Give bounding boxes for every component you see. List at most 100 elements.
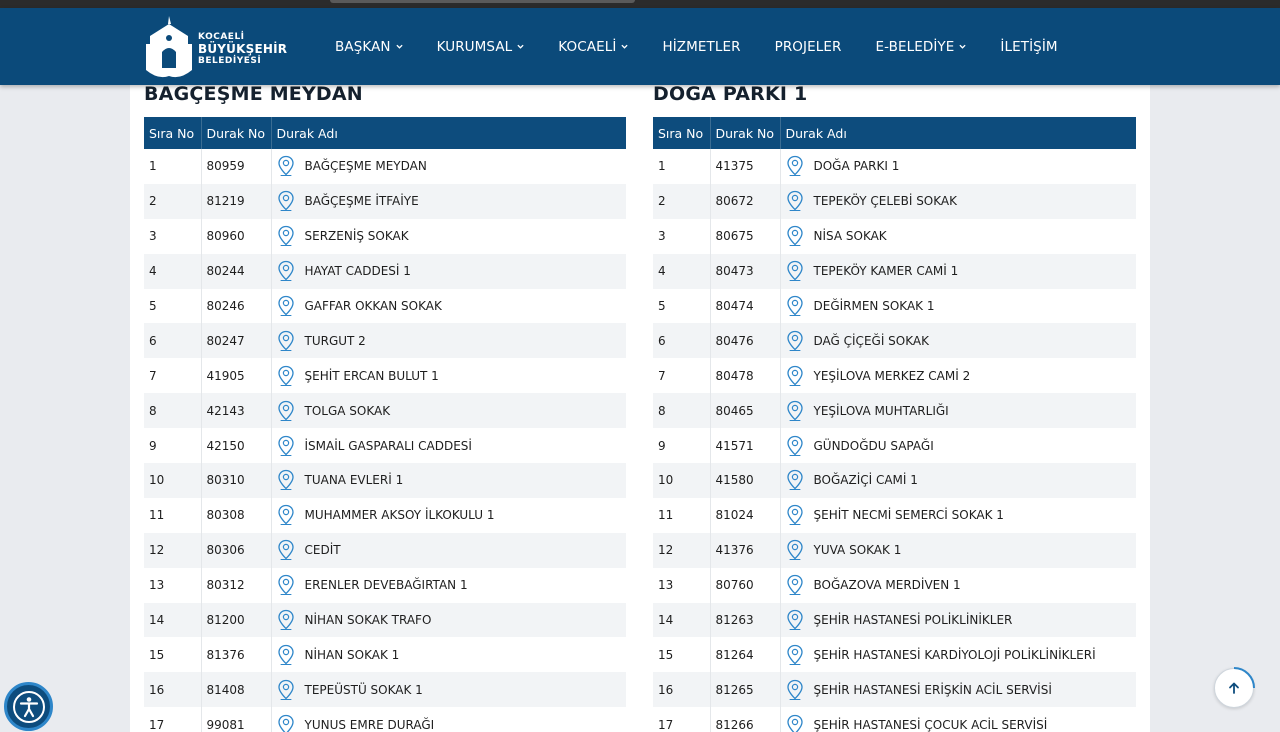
stop-link[interactable]: CEDİT — [277, 533, 627, 567]
stop-link[interactable]: HAYAT CADDESİ 1 — [277, 254, 627, 288]
stop-order: 2 — [144, 183, 202, 219]
stop-name-cell[interactable]: İSMAİL GASPARALI CADDESİ — [271, 428, 627, 464]
section-title-left: BAĞÇEŞME MEYDAN — [144, 83, 363, 105]
stop-number: 81266 — [710, 707, 781, 732]
stop-link[interactable]: ŞEHİR HASTANESİ ÇOCUK ACİL SERVİSİ — [786, 708, 1137, 732]
stop-link[interactable]: NİHAN SOKAK TRAFO — [277, 603, 627, 637]
stop-name-cell[interactable]: NİHAN SOKAK 1 — [271, 637, 627, 673]
stop-link[interactable]: ŞEHİT NECMİ SEMERCİ SOKAK 1 — [786, 498, 1137, 532]
stop-name-cell[interactable]: TURGUT 2 — [271, 323, 627, 359]
stop-name-cell[interactable]: BOĞAZİÇİ CAMİ 1 — [780, 463, 1136, 498]
stop-name-cell[interactable]: TEPEKÖY KAMER CAMİ 1 — [780, 253, 1137, 289]
stop-link[interactable]: BOĞAZOVA MERDİVEN 1 — [786, 568, 1137, 602]
table-row: 14 81263 ŞEHİR HASTANESİ POLİKLİNİKLER — [653, 602, 1137, 638]
stop-link[interactable]: GÜNDOĞDU SAPAĞI — [786, 429, 1137, 463]
stop-link[interactable]: YUVA SOKAK 1 — [786, 533, 1137, 567]
table-row: 5 80474 DEĞİRMEN SOKAK 1 — [653, 288, 1137, 324]
nav-item-kocaeli-[interactable]: KOCAELİ — [558, 39, 629, 55]
stop-link[interactable]: DAĞ ÇİÇEĞİ SOKAK — [786, 324, 1137, 358]
stop-link[interactable]: BAĞÇEŞME İTFAİYE — [277, 184, 627, 218]
stop-name-cell[interactable]: YEŞİLOVA MUHTARLIĞI — [780, 393, 1137, 429]
stop-link[interactable]: YEŞİLOVA MUHTARLIĞI — [786, 394, 1137, 428]
stop-link[interactable]: ŞEHİR HASTANESİ POLİKLİNİKLER — [786, 603, 1137, 637]
stop-order: 8 — [653, 393, 711, 429]
stop-name-cell[interactable]: ŞEHİT NECMİ SEMERCİ SOKAK 1 — [780, 497, 1137, 533]
stop-order: 17 — [144, 707, 202, 732]
stop-link[interactable]: DEĞİRMEN SOKAK 1 — [786, 289, 1137, 323]
stop-name-cell[interactable]: YEŞİLOVA MERKEZ CAMİ 2 — [780, 358, 1137, 394]
stop-link[interactable]: ŞEHİR HASTANESİ KARDİYOLOJİ POLİKLİNİKLE… — [786, 638, 1137, 672]
col-header-durak-no: Durak No — [710, 117, 781, 149]
stop-order: 12 — [144, 532, 202, 568]
stop-link[interactable]: TOLGA SOKAK — [277, 394, 627, 428]
stop-name-cell[interactable]: YUVA SOKAK 1 — [780, 532, 1137, 568]
stop-link[interactable]: TEPEKÖY ÇELEBİ SOKAK — [786, 184, 1137, 218]
stop-link[interactable]: BOĞAZİÇİ CAMİ 1 — [786, 463, 1137, 497]
stop-name-cell[interactable]: TOLGA SOKAK — [271, 393, 627, 429]
map-pin-icon — [277, 505, 294, 526]
stop-name-cell[interactable]: ŞEHİR HASTANESİ ERİŞKİN ACİL SERVİSİ — [780, 672, 1137, 708]
stop-link[interactable]: YUNUS EMRE DURAĞI — [277, 708, 627, 732]
stop-name-cell[interactable]: BOĞAZOVA MERDİVEN 1 — [780, 567, 1137, 603]
stop-name-cell[interactable]: NİHAN SOKAK TRAFO — [271, 602, 627, 638]
stop-link[interactable]: DOĞA PARKI 1 — [786, 149, 1137, 183]
map-pin-icon — [786, 714, 803, 732]
stop-link[interactable]: İSMAİL GASPARALI CADDESİ — [277, 429, 627, 463]
stop-link[interactable]: TEPEKÖY KAMER CAMİ 1 — [786, 254, 1137, 288]
stop-link[interactable]: NİHAN SOKAK 1 — [277, 638, 627, 672]
stop-name-cell[interactable]: ŞEHİR HASTANESİ KARDİYOLOJİ POLİKLİNİKLE… — [780, 637, 1137, 673]
stop-link[interactable]: ŞEHİR HASTANESİ ERİŞKİN ACİL SERVİSİ — [786, 673, 1137, 707]
nav-item-i-leti-i-m[interactable]: İLETİŞİM — [1000, 39, 1057, 55]
stop-order: 13 — [144, 567, 202, 603]
nav-item-kurumsal[interactable]: KURUMSAL — [437, 39, 525, 55]
nav-item-ba-kan[interactable]: BAŞKAN — [335, 39, 403, 55]
stop-link[interactable]: NİSA SOKAK — [786, 219, 1137, 253]
stop-name-cell[interactable]: TEPEKÖY ÇELEBİ SOKAK — [780, 183, 1137, 219]
stop-name-cell[interactable]: DOĞA PARKI 1 — [780, 149, 1136, 184]
stop-link[interactable]: BAĞÇEŞME MEYDAN — [277, 149, 627, 183]
map-pin-icon — [786, 330, 803, 351]
stop-name-cell[interactable]: NİSA SOKAK — [780, 218, 1137, 254]
nav-item-hi-zmetler[interactable]: HİZMETLER — [662, 39, 740, 55]
stop-name: DOĞA PARKI 1 — [813, 159, 900, 174]
table-row: 7 41905 ŞEHİT ERCAN BULUT 1 — [144, 358, 627, 394]
stop-name: DEĞİRMEN SOKAK 1 — [813, 299, 935, 313]
stop-link[interactable]: TEPEÜSTÜ SOKAK 1 — [277, 673, 627, 707]
scroll-top-button[interactable] — [1214, 667, 1255, 708]
stop-name-cell[interactable]: GAFFAR OKKAN SOKAK — [271, 288, 627, 324]
stop-link[interactable]: ERENLER DEVEBAĞIRTAN 1 — [277, 568, 627, 602]
stop-name-cell[interactable]: DEĞİRMEN SOKAK 1 — [780, 288, 1137, 324]
stop-name-cell[interactable]: ERENLER DEVEBAĞIRTAN 1 — [271, 567, 627, 603]
stop-name-cell[interactable]: MUHAMMER AKSOY İLKOKULU 1 — [271, 497, 627, 533]
stop-name-cell[interactable]: GÜNDOĞDU SAPAĞI — [780, 428, 1137, 464]
site-logo[interactable]: KOCAELİ BÜYÜKŞEHİR BELEDİYESİ — [142, 14, 312, 82]
stop-name-cell[interactable]: ŞEHİR HASTANESİ POLİKLİNİKLER — [780, 602, 1137, 638]
stop-number: 41571 — [710, 428, 781, 464]
accessibility-button[interactable] — [4, 682, 53, 731]
stop-name-cell[interactable]: ŞEHİR HASTANESİ ÇOCUK ACİL SERVİSİ — [780, 707, 1136, 732]
stop-name-cell[interactable]: SERZENİŞ SOKAK — [271, 218, 627, 254]
stop-name-cell[interactable]: TEPEÜSTÜ SOKAK 1 — [271, 672, 627, 708]
stop-name-cell[interactable]: YUNUS EMRE DURAĞI — [271, 707, 626, 732]
stop-link[interactable]: YEŞİLOVA MERKEZ CAMİ 2 — [786, 359, 1137, 393]
stop-link[interactable]: MUHAMMER AKSOY İLKOKULU 1 — [277, 498, 627, 532]
stop-name-cell[interactable]: BAĞÇEŞME İTFAİYE — [271, 183, 627, 219]
stops-table-left: Sıra No Durak No Durak Adı 1 80959 BAĞÇEŞM… — [144, 117, 626, 732]
chevron-down-icon — [621, 44, 629, 49]
stop-link[interactable]: TURGUT 2 — [277, 324, 627, 358]
stop-name-cell[interactable]: BAĞÇEŞME MEYDAN — [271, 149, 626, 184]
stop-name-cell[interactable]: HAYAT CADDESİ 1 — [271, 253, 627, 289]
stop-name-cell[interactable]: ŞEHİT ERCAN BULUT 1 — [271, 358, 627, 394]
stop-name-cell[interactable]: TUANA EVLERİ 1 — [271, 463, 626, 498]
stop-number: 80959 — [201, 149, 272, 184]
stop-link[interactable]: ŞEHİT ERCAN BULUT 1 — [277, 359, 627, 393]
stop-link[interactable]: GAFFAR OKKAN SOKAK — [277, 289, 627, 323]
stop-name-cell[interactable]: DAĞ ÇİÇEĞİ SOKAK — [780, 323, 1137, 359]
stop-number: 81263 — [710, 602, 781, 638]
nav-item-projeler[interactable]: PROJELER — [775, 39, 842, 55]
stop-link[interactable]: TUANA EVLERİ 1 — [277, 463, 627, 497]
table-row: 10 80310 TUANA EVLERİ 1 — [144, 463, 626, 498]
stop-name-cell[interactable]: CEDİT — [271, 532, 627, 568]
nav-item-e-beledi-ye[interactable]: E-BELEDİYE — [875, 39, 967, 55]
stop-link[interactable]: SERZENİŞ SOKAK — [277, 219, 627, 253]
